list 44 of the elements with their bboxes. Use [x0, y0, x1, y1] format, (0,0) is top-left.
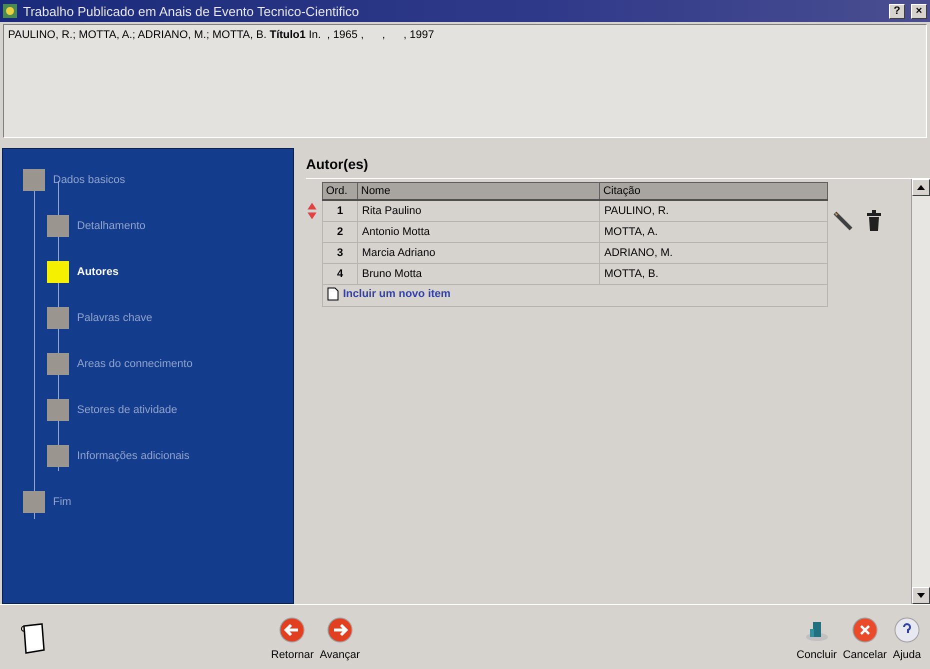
cancel-icon: [852, 617, 878, 643]
step-label[interactable]: Areas do connecimento: [77, 358, 193, 370]
add-item-link[interactable]: Incluir um novo item: [327, 287, 451, 301]
table-cell: PAULINO, R.: [600, 200, 828, 222]
app-icon: [3, 4, 17, 18]
new-document-icon: [327, 287, 339, 301]
scroll-up-icon[interactable]: [917, 185, 925, 190]
step-label[interactable]: Detalhamento: [77, 220, 146, 232]
trash-icon[interactable]: [866, 210, 882, 232]
table-cell: Bruno Motta: [358, 264, 600, 284]
table-cell: MOTTA, A.: [600, 222, 828, 242]
step-label[interactable]: Fim: [53, 496, 72, 508]
step-label[interactable]: Autores: [77, 266, 119, 278]
help-button[interactable]: ?: [889, 4, 905, 18]
table-cell: Marcia Adriano: [358, 242, 600, 264]
reference-text: PAULINO, R.; MOTTA, A.; ADRIANO, M.; MOTTA, B. Título1 In. , 1965 , , , 1997: [3, 24, 927, 138]
table-cell: Rita Paulino: [358, 200, 600, 222]
table-cell: ADRIANO, M.: [600, 242, 828, 264]
action-button[interactable]: Concluir: [793, 617, 840, 661]
step-label[interactable]: Palavras chave: [77, 312, 152, 324]
step-label[interactable]: Setores de atividade: [77, 404, 178, 416]
table-cell: MOTTA, B.: [600, 264, 828, 284]
table-cell: Antonio Motta: [358, 222, 600, 242]
table-cell: 4: [322, 264, 358, 284]
table-cell: 2: [322, 222, 358, 242]
reorder-arrows-icon[interactable]: [306, 200, 318, 221]
step-label[interactable]: Dados basicos: [53, 174, 126, 186]
close-button[interactable]: ×: [911, 4, 927, 18]
action-button[interactable]: Cancelar: [840, 617, 890, 661]
action-button[interactable]: Ajuda: [890, 617, 924, 661]
nav-button[interactable]: Avançar: [316, 617, 363, 661]
column-header[interactable]: Ord.: [322, 182, 358, 200]
section-title: Autor(es): [306, 156, 370, 174]
column-header[interactable]: Citação: [600, 182, 828, 200]
column-header[interactable]: Nome: [358, 182, 600, 200]
window-title: Trabalho Publicado em Anais de Evento Tecnico-Cientifico: [23, 4, 360, 18]
scrollbar[interactable]: [911, 179, 930, 604]
nav-button[interactable]: Retornar: [268, 617, 317, 661]
table-cell: 3: [322, 242, 358, 264]
table-cell: 1: [322, 200, 358, 222]
step-label[interactable]: Informações adicionais: [77, 450, 190, 462]
scroll-paper-icon: [18, 622, 48, 656]
help-icon: [894, 617, 920, 643]
scroll-down-icon[interactable]: [917, 593, 925, 598]
